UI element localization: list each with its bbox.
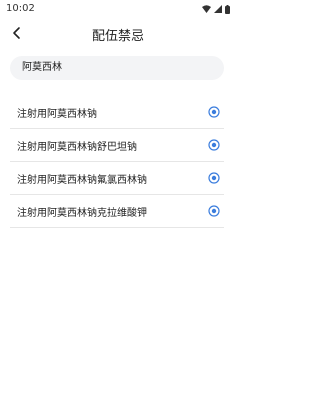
wifi-icon	[202, 5, 211, 13]
header: 配伍禁忌	[0, 18, 236, 50]
add-circle-icon[interactable]	[208, 205, 220, 217]
signal-icon	[214, 5, 222, 13]
add-circle-icon[interactable]	[208, 172, 220, 184]
battery-icon	[225, 4, 230, 14]
search-input[interactable]: 阿莫西林	[10, 56, 224, 80]
list-item[interactable]: 注射用阿莫西林钠舒巴坦钠	[10, 129, 224, 162]
page-title: 配伍禁忌	[91, 29, 144, 44]
list-item-label: 注射用阿莫西林钠	[17, 108, 97, 120]
list-item-label: 注射用阿莫西林钠克拉维酸钾	[17, 207, 147, 219]
status-icons	[202, 4, 230, 14]
status-bar: 10:02	[0, 0, 236, 18]
search-value: 阿莫西林	[22, 62, 62, 73]
results-list: 注射用阿莫西林钠 注射用阿莫西林钠舒巴坦钠 注射用阿莫西林钠氟氯西林钠 注射用阿…	[10, 96, 224, 228]
add-circle-icon[interactable]	[208, 106, 220, 118]
add-circle-icon[interactable]	[208, 139, 220, 151]
list-item[interactable]: 注射用阿莫西林钠克拉维酸钾	[10, 195, 224, 228]
status-time: 10:02	[6, 3, 35, 14]
list-item[interactable]: 注射用阿莫西林钠	[10, 96, 224, 129]
list-item[interactable]: 注射用阿莫西林钠氟氯西林钠	[10, 162, 224, 195]
list-item-label: 注射用阿莫西林钠舒巴坦钠	[17, 141, 137, 153]
list-item-label: 注射用阿莫西林钠氟氯西林钠	[17, 174, 147, 186]
